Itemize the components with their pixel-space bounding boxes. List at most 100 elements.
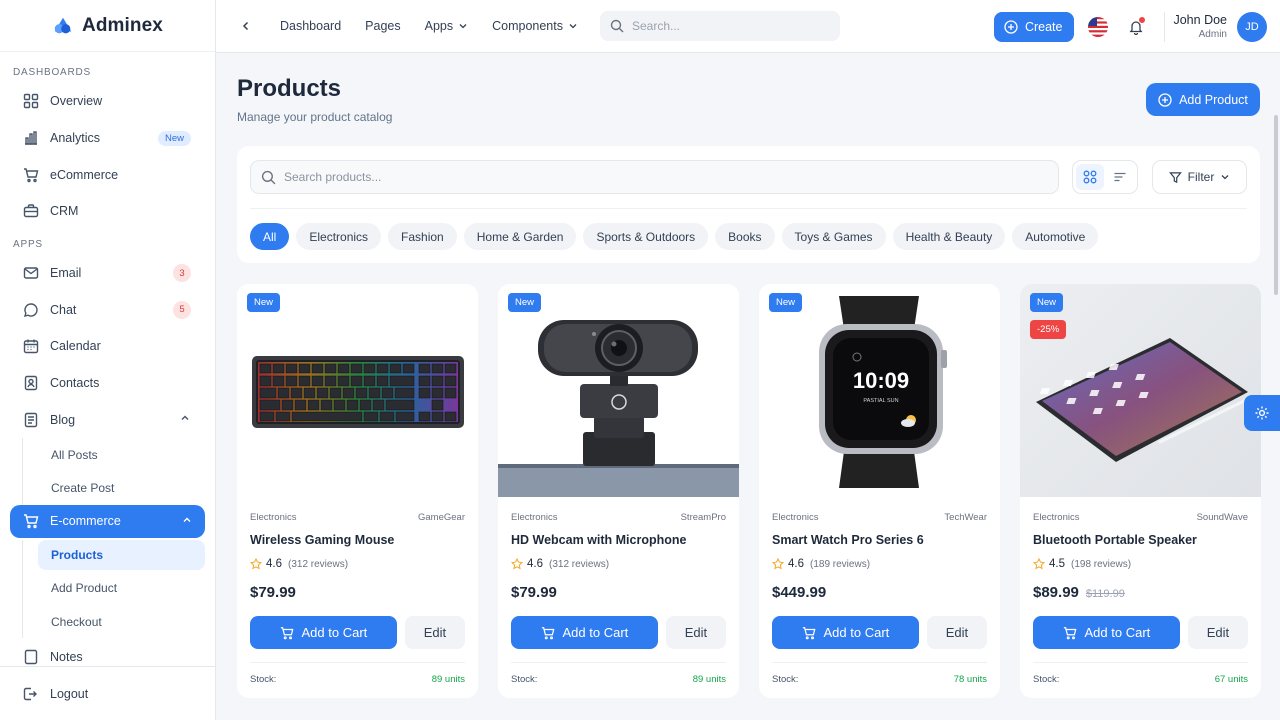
chip-home-garden[interactable]: Home & Garden: [463, 223, 577, 250]
add-to-cart-button[interactable]: Add to Cart: [772, 616, 919, 649]
sidebar-item-calendar[interactable]: Calendar: [0, 328, 215, 365]
submenu-item-all-posts[interactable]: All Posts: [23, 438, 215, 471]
product-info: Electronics StreamPro HD Webcam with Mic…: [498, 512, 739, 649]
top-nav-label: Dashboard: [280, 19, 342, 33]
submenu-item-checkout[interactable]: Checkout: [23, 605, 215, 638]
collapse-sidebar-button[interactable]: [236, 16, 256, 36]
product-name[interactable]: Bluetooth Portable Speaker: [1033, 533, 1248, 547]
new-badge: New: [157, 130, 191, 146]
chip-electronics[interactable]: Electronics: [296, 223, 382, 250]
sidebar-item-email[interactable]: Email 3: [0, 255, 215, 292]
chip-all[interactable]: All: [250, 223, 290, 250]
sidebar-item-contacts[interactable]: Contacts: [0, 365, 215, 402]
add-to-cart-button[interactable]: Add to Cart: [1033, 616, 1180, 649]
watch-subtitle: PASTIAL SUN: [863, 398, 898, 404]
submenu-item-add-product[interactable]: Add Product: [23, 572, 215, 605]
product-stock: Stock: 89 units: [250, 662, 465, 685]
edit-button[interactable]: Edit: [926, 616, 987, 649]
product-search[interactable]: [250, 160, 1059, 194]
product-brand: StreamPro: [680, 512, 726, 523]
top-nav-pages[interactable]: Pages: [365, 19, 400, 33]
top-nav: Dashboard Pages Apps Components: [280, 19, 602, 33]
star-icon: [250, 558, 262, 570]
sidebar-item-notes[interactable]: Notes: [0, 638, 215, 666]
chevron-up-icon[interactable]: [181, 514, 193, 529]
chip-health-beauty[interactable]: Health & Beauty: [892, 223, 1006, 250]
user-role: Admin: [1198, 29, 1227, 40]
top-nav-dashboard[interactable]: Dashboard: [280, 19, 341, 33]
sidebar-item-overview[interactable]: Overview: [0, 83, 215, 120]
submenu-item-create-post[interactable]: Create Post: [23, 471, 215, 504]
us-flag-icon[interactable]: [1088, 16, 1109, 37]
product-info: Electronics TechWear Smart Watch Pro Ser…: [759, 512, 1000, 649]
review-count: (312 reviews): [288, 558, 349, 570]
product-info: Electronics SoundWave Bluetooth Portable…: [1020, 512, 1261, 649]
mail-icon: [22, 264, 40, 282]
product-card[interactable]: New Electronics StreamPro HD Webcam with…: [498, 284, 739, 698]
edit-button[interactable]: Edit: [665, 616, 726, 649]
add-product-button[interactable]: Add Product: [1146, 83, 1260, 116]
sidebar-item-chat[interactable]: Chat 5: [0, 291, 215, 328]
chip-books[interactable]: Books: [715, 223, 775, 250]
watch-time: 10:09: [853, 368, 909, 393]
logout-button[interactable]: Logout: [0, 666, 215, 720]
product-category: Electronics: [772, 512, 819, 523]
logout-icon: [22, 685, 40, 703]
submenu-item-products[interactable]: Products: [38, 539, 205, 570]
cart-icon: [22, 512, 40, 530]
product-card[interactable]: New -25% Electronics SoundWave Bluetooth…: [1020, 284, 1261, 698]
new-tag: New: [1030, 293, 1064, 312]
stock-label: Stock:: [511, 674, 538, 685]
product-actions: Add to Cart Edit: [1033, 616, 1248, 649]
add-to-cart-button[interactable]: Add to Cart: [511, 616, 658, 649]
page-subtitle: Manage your product catalog: [237, 110, 393, 124]
grid-view-button[interactable]: [1076, 164, 1104, 190]
product-brand: TechWear: [944, 512, 987, 523]
product-image[interactable]: 10:09 PASTIAL SUN New: [759, 284, 1000, 497]
product-name[interactable]: Wireless Gaming Mouse: [250, 533, 465, 547]
edit-button[interactable]: Edit: [404, 616, 465, 649]
chip-automotive[interactable]: Automotive: [1012, 223, 1099, 250]
product-card[interactable]: New Electronics GameGear Wireless Gaming…: [237, 284, 478, 698]
brand[interactable]: Adminex: [0, 0, 215, 52]
product-search-input[interactable]: [284, 170, 984, 184]
chip-sports-outdoors[interactable]: Sports & Outdoors: [583, 223, 709, 250]
sidebar-item-blog[interactable]: Blog: [0, 402, 215, 439]
top-nav-label: Components: [492, 19, 563, 33]
chevron-up-icon[interactable]: [179, 412, 191, 427]
edit-button[interactable]: Edit: [1187, 616, 1248, 649]
product-name[interactable]: Smart Watch Pro Series 6: [772, 533, 987, 547]
sidebar-item-label: Email: [50, 266, 82, 281]
create-button[interactable]: Create: [993, 11, 1075, 42]
product-image[interactable]: New: [237, 284, 478, 497]
top-nav-components[interactable]: Components: [492, 19, 578, 33]
sidebar-nav: DASHBOARDS Overview Analytics New eComme…: [0, 52, 215, 666]
ecommerce-submenu: Products Add Product Checkout: [22, 539, 215, 639]
rating-value: 4.6: [788, 558, 804, 570]
theme-settings-button[interactable]: [1244, 395, 1280, 431]
product-card[interactable]: 10:09 PASTIAL SUN New Electronics TechWe…: [759, 284, 1000, 698]
chat-icon: [22, 301, 40, 319]
filter-button[interactable]: Filter: [1152, 160, 1247, 194]
top-nav-apps[interactable]: Apps: [425, 19, 469, 33]
sidebar-item-ecommerce-dashboard[interactable]: eCommerce: [0, 156, 215, 193]
add-to-cart-button[interactable]: Add to Cart: [250, 616, 397, 649]
scrollbar[interactable]: [1274, 115, 1278, 295]
user-info[interactable]: John Doe Admin: [1173, 13, 1227, 40]
notifications-button[interactable]: [1126, 16, 1146, 37]
sidebar-item-label: CRM: [50, 204, 79, 219]
product-image[interactable]: New: [498, 284, 739, 497]
avatar[interactable]: JD: [1237, 11, 1267, 42]
chip-toys-games[interactable]: Toys & Games: [781, 223, 886, 250]
old-price: $119.99: [1085, 588, 1125, 600]
product-price: $79.99: [511, 584, 726, 601]
global-search[interactable]: [599, 11, 840, 41]
chip-fashion[interactable]: Fashion: [388, 223, 457, 250]
product-name[interactable]: HD Webcam with Microphone: [511, 533, 726, 547]
sidebar-item-crm[interactable]: CRM: [0, 193, 215, 230]
list-view-button[interactable]: [1106, 164, 1134, 190]
sidebar-item-analytics[interactable]: Analytics New: [0, 120, 215, 157]
sidebar-item-ecommerce[interactable]: E-commerce: [10, 504, 205, 538]
global-search-input[interactable]: [631, 19, 822, 33]
product-image[interactable]: New -25%: [1020, 284, 1261, 497]
